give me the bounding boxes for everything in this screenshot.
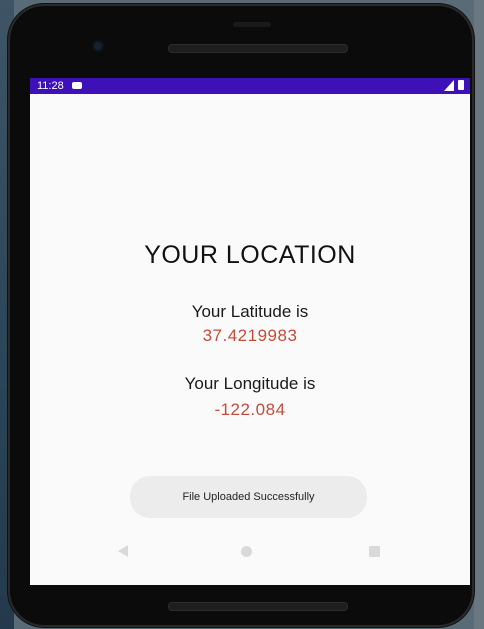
toast-message: File Uploaded Successfully bbox=[130, 476, 367, 518]
notification-icon bbox=[72, 82, 82, 89]
navigation-bar bbox=[30, 532, 470, 580]
back-icon[interactable] bbox=[118, 545, 128, 557]
top-speaker-grille bbox=[168, 44, 348, 53]
recents-icon[interactable] bbox=[369, 546, 380, 557]
longitude-label: Your Longitude is bbox=[184, 374, 316, 393]
toast-text: File Uploaded Successfully bbox=[182, 491, 315, 503]
latitude-value: 37.4219983 bbox=[202, 326, 298, 345]
background-edge-right bbox=[474, 0, 484, 629]
status-time: 11:28 bbox=[37, 80, 64, 92]
page-title: YOUR LOCATION bbox=[144, 241, 356, 269]
battery-icon bbox=[458, 80, 464, 90]
longitude-value: -122.084 bbox=[214, 400, 286, 419]
status-bar: 11:28 bbox=[30, 78, 470, 94]
latitude-label: Your Latitude is bbox=[191, 302, 309, 321]
bottom-speaker-grille bbox=[168, 602, 348, 611]
front-camera-icon bbox=[92, 40, 104, 52]
signal-icon bbox=[444, 80, 454, 91]
home-icon[interactable] bbox=[241, 546, 252, 557]
top-sensor bbox=[233, 22, 271, 27]
app-screen: 11:28 YOUR LOCATION Your Latitude is 37.… bbox=[30, 78, 470, 585]
